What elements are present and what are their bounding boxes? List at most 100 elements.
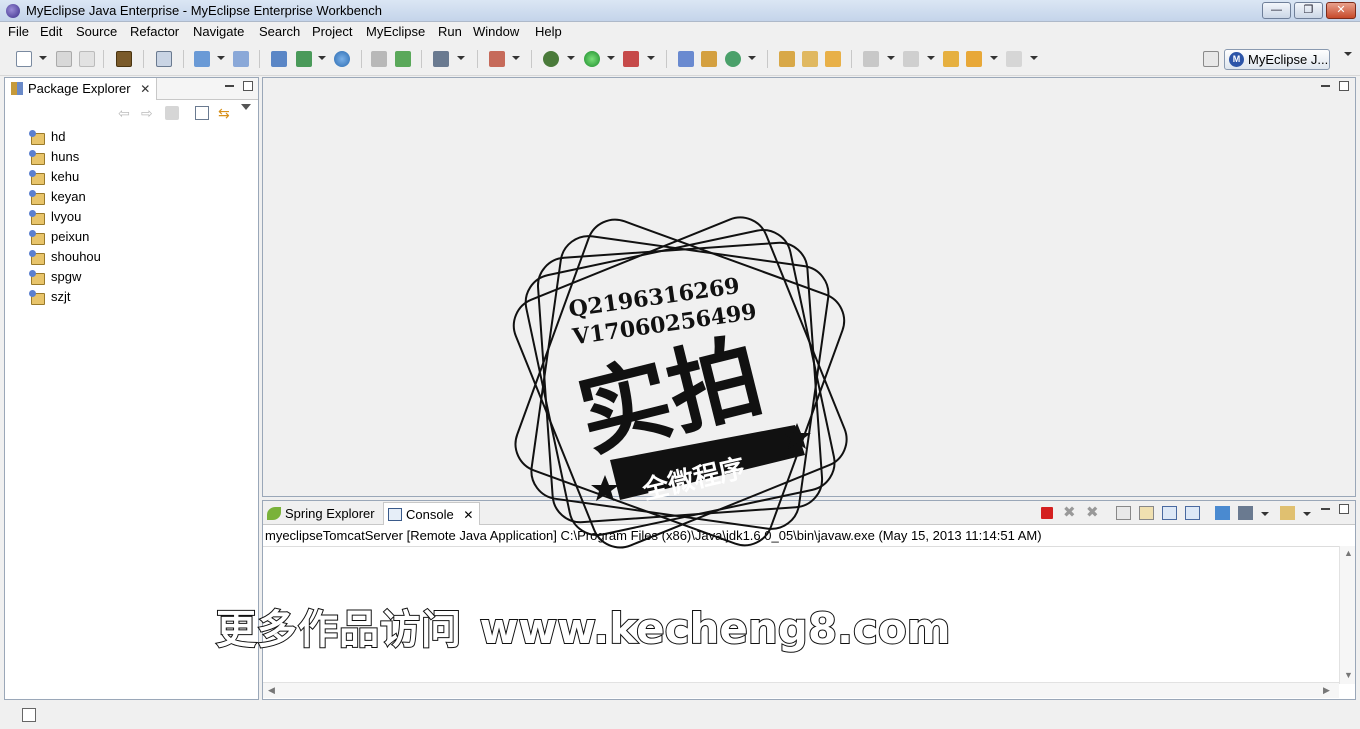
- project-icon: [29, 290, 45, 305]
- pin-console-icon[interactable]: [1215, 506, 1230, 520]
- forward-icon[interactable]: ⇨: [141, 106, 155, 120]
- run-icon[interactable]: [584, 51, 600, 67]
- restore-window-button[interactable]: ❐: [1294, 2, 1323, 19]
- open-type-icon[interactable]: [233, 51, 249, 67]
- menu-window[interactable]: Window: [473, 24, 519, 39]
- menu-project[interactable]: Project: [312, 24, 352, 39]
- menu-file[interactable]: File: [8, 24, 29, 39]
- back-icon[interactable]: ⇦: [118, 106, 132, 120]
- pencil-icon[interactable]: [802, 51, 818, 67]
- web-browser-icon[interactable]: [334, 51, 350, 67]
- close-tab-icon[interactable]: ✕: [463, 508, 473, 522]
- new-icon[interactable]: [16, 51, 32, 67]
- last-edit-location-icon[interactable]: [943, 51, 959, 67]
- menu-refactor[interactable]: Refactor: [130, 24, 179, 39]
- open-console-dropdown-icon[interactable]: [1303, 512, 1311, 516]
- save-icon[interactable]: [56, 51, 72, 67]
- server-dropdown-icon[interactable]: [318, 56, 326, 60]
- deploy-icon[interactable]: [271, 51, 287, 67]
- project-icon: [29, 230, 45, 245]
- add-icon[interactable]: [395, 51, 411, 67]
- vertical-scrollbar[interactable]: ▲ ▼: [1339, 546, 1355, 684]
- open-icon[interactable]: [371, 51, 387, 67]
- menu-help[interactable]: Help: [535, 24, 562, 39]
- tab-console[interactable]: Console ✕: [383, 502, 481, 525]
- minimize-window-button[interactable]: —: [1262, 2, 1291, 19]
- open-task-icon[interactable]: [825, 51, 841, 67]
- remove-all-terminated-icon[interactable]: ✖: [1086, 505, 1101, 520]
- next-annotation-dropdown-icon[interactable]: [887, 56, 895, 60]
- minimize-editor-icon[interactable]: [1321, 85, 1330, 87]
- server-icon[interactable]: [156, 51, 172, 67]
- run-dropdown-icon[interactable]: [607, 56, 615, 60]
- back-dropdown-icon[interactable]: [990, 56, 998, 60]
- new-package-icon[interactable]: [701, 51, 717, 67]
- forward-dropdown-icon[interactable]: [1030, 56, 1038, 60]
- menu-edit[interactable]: Edit: [40, 24, 62, 39]
- terminate-icon[interactable]: [1041, 507, 1053, 519]
- scroll-lock-icon[interactable]: [1139, 506, 1154, 520]
- show-on-stderr-icon[interactable]: [1185, 506, 1200, 520]
- console-output[interactable]: [263, 546, 1339, 684]
- editor-area[interactable]: [262, 77, 1356, 497]
- previous-annotation-icon[interactable]: [903, 51, 919, 67]
- menu-run[interactable]: Run: [438, 24, 462, 39]
- console-tabbar: Spring Explorer Console ✕ ✖ ✖: [263, 501, 1355, 525]
- link-with-editor-icon[interactable]: ⇆: [218, 106, 232, 120]
- open-folder-icon[interactable]: [779, 51, 795, 67]
- open-perspective-icon[interactable]: [489, 51, 505, 67]
- new-class-icon[interactable]: [725, 51, 741, 67]
- open-console-icon[interactable]: [1280, 506, 1295, 520]
- minimize-console-icon[interactable]: [1321, 508, 1330, 510]
- menu-source[interactable]: Source: [76, 24, 117, 39]
- tab-spring-explorer[interactable]: Spring Explorer: [263, 502, 381, 525]
- menu-myeclipse[interactable]: MyEclipse: [366, 24, 425, 39]
- maximize-console-icon[interactable]: [1339, 504, 1349, 514]
- new-class-dropdown-icon[interactable]: [748, 56, 756, 60]
- scroll-down-icon[interactable]: ▼: [1344, 670, 1353, 680]
- debug-dropdown-icon[interactable]: [567, 56, 575, 60]
- maximize-view-icon[interactable]: [243, 81, 253, 91]
- perspective-myeclipse-button[interactable]: M MyEclipse J...: [1224, 49, 1330, 70]
- show-on-stdout-icon[interactable]: [1162, 506, 1177, 520]
- new-dropdown-icon[interactable]: [39, 56, 47, 60]
- package-icon[interactable]: [116, 51, 132, 67]
- maximize-editor-icon[interactable]: [1339, 81, 1349, 91]
- new-java-project-icon[interactable]: [678, 51, 694, 67]
- display-console-dropdown-icon[interactable]: [1261, 512, 1269, 516]
- menu-navigate[interactable]: Navigate: [193, 24, 244, 39]
- scroll-right-icon[interactable]: ▶: [1323, 685, 1330, 696]
- run-server-icon[interactable]: [296, 51, 312, 67]
- external-tools-dropdown-icon[interactable]: [647, 56, 655, 60]
- back-arrow-icon[interactable]: [966, 51, 982, 67]
- scroll-left-icon[interactable]: ◀: [268, 685, 275, 696]
- fast-view-icon[interactable]: [22, 708, 36, 722]
- open-perspective-button-icon[interactable]: [1203, 51, 1219, 67]
- collapse-all-icon[interactable]: [195, 106, 209, 120]
- display-console-icon[interactable]: [1238, 506, 1253, 520]
- external-tools-icon[interactable]: [623, 51, 639, 67]
- minimize-view-icon[interactable]: [225, 85, 234, 87]
- remove-launch-icon[interactable]: ✖: [1063, 505, 1078, 520]
- tab-package-explorer[interactable]: Package Explorer ✕: [5, 78, 158, 100]
- wizard-dropdown-icon[interactable]: [217, 56, 225, 60]
- scroll-up-icon[interactable]: ▲: [1344, 548, 1353, 558]
- menu-search[interactable]: Search: [259, 24, 300, 39]
- print-icon[interactable]: [79, 51, 95, 67]
- terminal-dropdown-icon[interactable]: [457, 56, 465, 60]
- console-process-label: myeclipseTomcatServer [Remote Java Appli…: [265, 528, 1042, 543]
- horizontal-scrollbar[interactable]: ◀ ▶: [263, 682, 1339, 698]
- forward-arrow-icon[interactable]: [1006, 51, 1022, 67]
- close-tab-icon[interactable]: ✕: [140, 82, 150, 96]
- perspective-chevron-icon[interactable]: [1344, 52, 1352, 56]
- next-annotation-icon[interactable]: [863, 51, 879, 67]
- new-wizard-icon[interactable]: [194, 51, 210, 67]
- clear-console-icon[interactable]: [1116, 506, 1131, 520]
- view-menu-icon[interactable]: [241, 104, 251, 110]
- up-icon[interactable]: [165, 106, 179, 120]
- terminal-icon[interactable]: [433, 51, 449, 67]
- perspective-dropdown-icon[interactable]: [512, 56, 520, 60]
- close-window-button[interactable]: ✕: [1326, 2, 1356, 19]
- debug-icon[interactable]: [543, 51, 559, 67]
- previous-annotation-dropdown-icon[interactable]: [927, 56, 935, 60]
